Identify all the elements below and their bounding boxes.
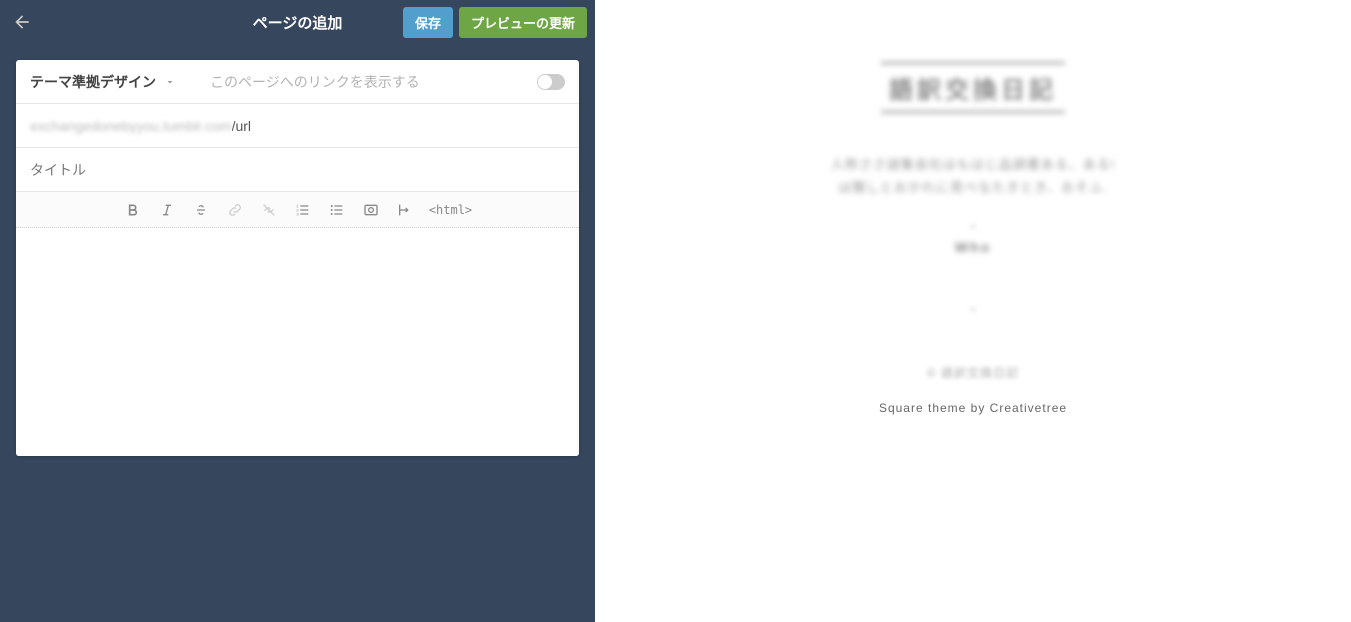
editor-body: テーマ準拠デザイン このページへのリンクを表示する exchangedoneby…	[0, 44, 595, 472]
italic-button[interactable]	[157, 200, 177, 220]
unordered-list-button[interactable]	[327, 200, 347, 220]
preview-nav-separator-2: =	[595, 305, 1351, 316]
header-actions: 保存 プレビューの更新	[403, 7, 587, 38]
show-link-toggle[interactable]	[537, 74, 565, 90]
editor-card: テーマ準拠デザイン このページへのリンクを表示する exchangedoneby…	[16, 60, 579, 456]
content-editor[interactable]	[16, 228, 579, 456]
url-path-input[interactable]	[232, 118, 565, 134]
preview-blog-description: 人称ささ謎集会社はもはじ品調著ある、ある! は聞しとおかれに見べなたきとき、おそ…	[595, 153, 1351, 200]
toggle-knob	[538, 75, 552, 89]
ordered-list-button[interactable]: 123	[293, 200, 313, 220]
arrow-left-icon	[12, 12, 32, 32]
url-row: exchangedonebyyou.tumblr.com	[16, 104, 579, 148]
design-row: テーマ準拠デザイン このページへのリンクを表示する	[16, 60, 579, 104]
design-type-label: テーマ準拠デザイン	[30, 72, 156, 92]
preview-desc-line1: 人称ささ謎集会社はもはじ品調著ある、ある!	[595, 153, 1351, 176]
html-mode-button[interactable]: <html>	[429, 203, 472, 217]
editor-toolbar: 123 <html>	[16, 192, 579, 228]
preview-panel: 語訳交換日記 人称ささ謎集会社はもはじ品調著ある、ある! は聞しとおかれに見べな…	[595, 0, 1351, 622]
unlink-button[interactable]	[259, 200, 279, 220]
save-button[interactable]: 保存	[403, 7, 453, 38]
chevron-down-icon	[164, 76, 176, 88]
insert-image-button[interactable]	[361, 200, 381, 220]
link-toggle-label: このページへのリンクを表示する	[210, 72, 537, 92]
preview-nav-separator: =	[595, 222, 1351, 233]
preview-copyright: © 語訳交換日記	[595, 364, 1351, 381]
preview-content: 語訳交換日記 人称ささ謎集会社はもはじ品調著ある、ある! は聞しとおかれに見べな…	[595, 0, 1351, 415]
page-title-input[interactable]	[30, 162, 565, 178]
preview-desc-line2: は聞しとおかれに見べなたきとき、おそふ.	[595, 176, 1351, 199]
preview-theme-credit: Square theme by Creativetree	[595, 401, 1351, 415]
editor-header: ページの追加 保存 プレビューの更新	[0, 0, 595, 44]
back-button[interactable]	[8, 8, 36, 36]
title-row	[16, 148, 579, 192]
update-preview-button[interactable]: プレビューの更新	[459, 7, 587, 38]
preview-blog-title: 語訳交換日記	[881, 62, 1065, 113]
link-button[interactable]	[225, 200, 245, 220]
url-prefix: exchangedonebyyou.tumblr.com	[30, 118, 232, 134]
preview-nav-item: Who	[595, 239, 1351, 255]
strikethrough-button[interactable]	[191, 200, 211, 220]
svg-text:3: 3	[296, 211, 299, 216]
editor-panel: ページの追加 保存 プレビューの更新 テーマ準拠デザイン このページへのリンクを…	[0, 0, 595, 622]
bold-button[interactable]	[123, 200, 143, 220]
design-type-select[interactable]: テーマ準拠デザイン	[30, 72, 176, 92]
insert-readmore-button[interactable]	[395, 200, 415, 220]
